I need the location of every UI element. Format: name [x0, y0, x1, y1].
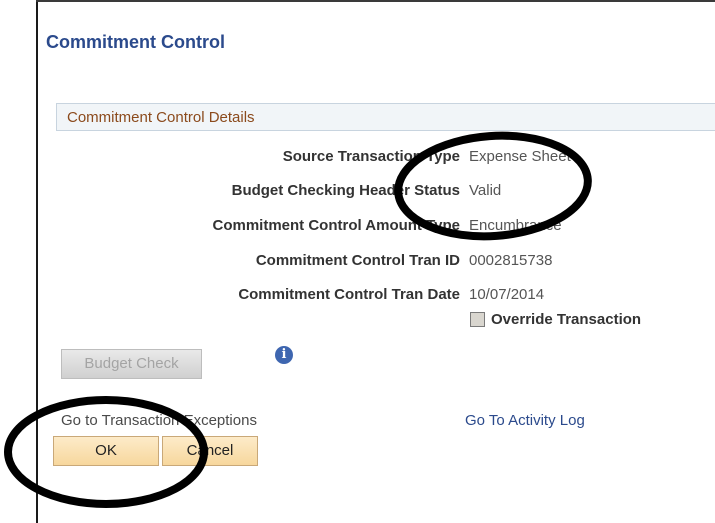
annotation-circle-status [394, 131, 592, 241]
annotation-circle-ok [4, 396, 208, 508]
annotation-overlay [4, 131, 592, 508]
